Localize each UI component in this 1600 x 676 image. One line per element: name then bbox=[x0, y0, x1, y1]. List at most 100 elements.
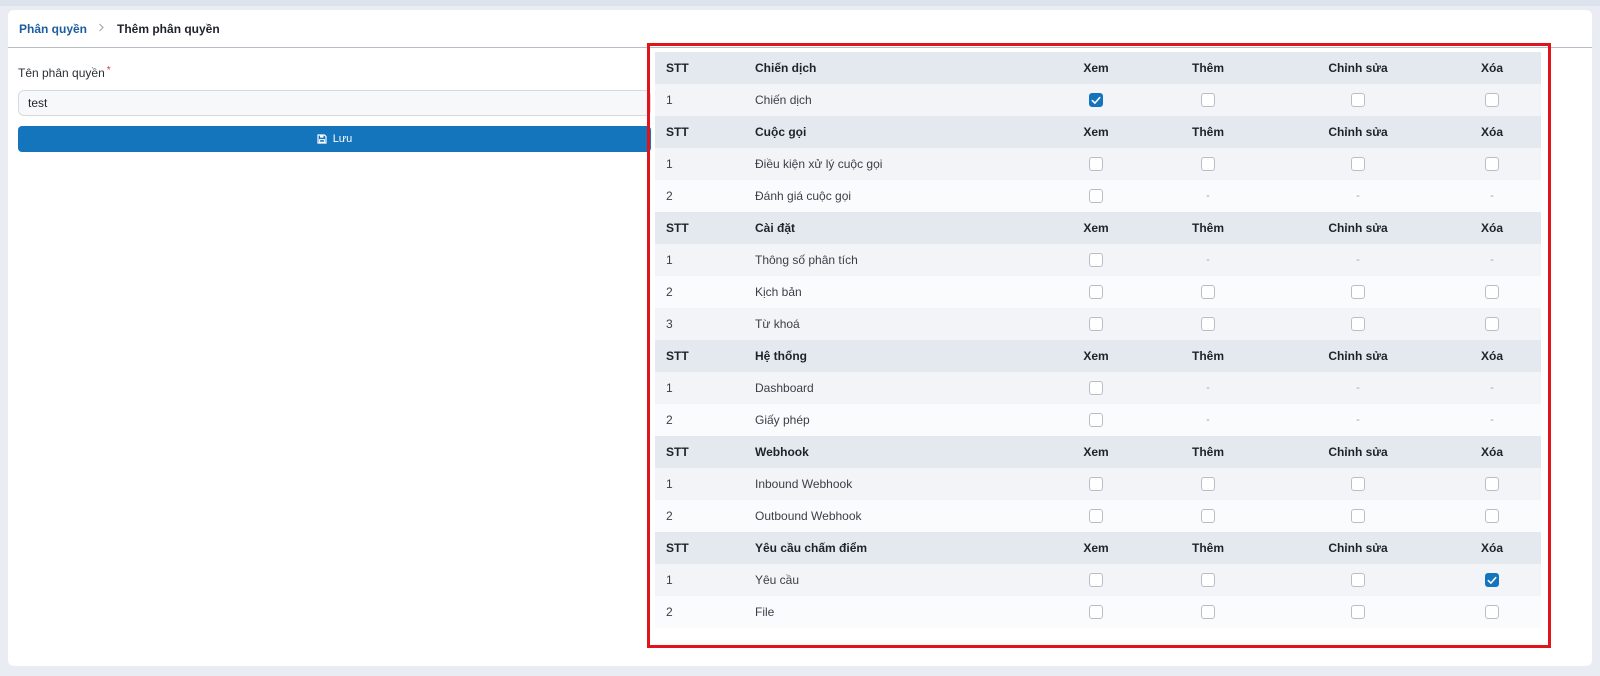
checkbox-view[interactable] bbox=[1089, 317, 1103, 331]
cell-delete bbox=[1472, 468, 1512, 500]
cell-delete: - bbox=[1472, 244, 1512, 276]
checkbox-delete[interactable] bbox=[1485, 477, 1499, 491]
permission-name-label-text: Tên phân quyền bbox=[18, 66, 105, 80]
checkbox-view[interactable] bbox=[1089, 477, 1103, 491]
table-row: 1 Chiến dịch bbox=[655, 84, 1541, 116]
group-body: 1 Yêu cầu 2 File bbox=[655, 564, 1541, 628]
checkbox-edit[interactable] bbox=[1351, 605, 1365, 619]
table-row: 1 Thông số phân tích - - - bbox=[655, 244, 1541, 276]
cell-edit: - bbox=[1313, 244, 1403, 276]
row-stt: 2 bbox=[666, 189, 673, 203]
checkbox-view[interactable] bbox=[1089, 93, 1103, 107]
checkbox-view[interactable] bbox=[1089, 573, 1103, 587]
checkbox-edit[interactable] bbox=[1351, 317, 1365, 331]
unavailable-mark: - bbox=[1206, 190, 1210, 202]
column-header-view: Xem bbox=[1083, 221, 1109, 235]
cell-view bbox=[1076, 308, 1116, 340]
permission-name-input[interactable] bbox=[18, 90, 651, 116]
checkbox-delete[interactable] bbox=[1485, 317, 1499, 331]
checkbox-delete[interactable] bbox=[1485, 157, 1499, 171]
checkmark-icon bbox=[1487, 576, 1497, 584]
checkbox-add[interactable] bbox=[1201, 477, 1215, 491]
unavailable-mark: - bbox=[1490, 414, 1494, 426]
column-header-stt: STT bbox=[666, 125, 689, 139]
column-header-add: Thêm bbox=[1191, 61, 1224, 75]
group-body: 1 Chiến dịch bbox=[655, 84, 1541, 116]
cell-delete bbox=[1472, 596, 1512, 628]
checkbox-delete[interactable] bbox=[1485, 573, 1499, 587]
group-header-row: STT Cuộc gọi Xem Thêm Chỉnh sửa Xóa bbox=[655, 116, 1541, 148]
column-header-edit: Chỉnh sửa bbox=[1328, 125, 1388, 139]
column-header-stt: STT bbox=[666, 445, 689, 459]
checkbox-view[interactable] bbox=[1089, 285, 1103, 299]
permission-table-highlight: STT Chiến dịch Xem Thêm Chỉnh sửa Xóa 1 Chiến d… bbox=[647, 43, 1551, 648]
cell-view bbox=[1076, 244, 1116, 276]
row-name: Chiến dịch bbox=[755, 93, 812, 107]
cell-delete: - bbox=[1472, 180, 1512, 212]
row-stt: 2 bbox=[666, 605, 673, 619]
row-stt: 1 bbox=[666, 477, 673, 491]
group-body: 1 Thông số phân tích - - - 2 Kịch bản 3 Từ khoá bbox=[655, 244, 1541, 340]
checkbox-delete[interactable] bbox=[1485, 605, 1499, 619]
checkbox-view[interactable] bbox=[1089, 157, 1103, 171]
checkbox-add[interactable] bbox=[1201, 93, 1215, 107]
column-header-view: Xem bbox=[1083, 125, 1109, 139]
checkbox-edit[interactable] bbox=[1351, 285, 1365, 299]
save-button[interactable]: Lưu bbox=[18, 126, 651, 152]
cell-add: - bbox=[1188, 372, 1228, 404]
column-header-view: Xem bbox=[1083, 445, 1109, 459]
column-header-stt: STT bbox=[666, 541, 689, 555]
breadcrumb-link-permissions[interactable]: Phân quyền bbox=[19, 22, 87, 36]
checkbox-add[interactable] bbox=[1201, 573, 1215, 587]
group-header-row: STT Cài đặt Xem Thêm Chỉnh sửa Xóa bbox=[655, 212, 1541, 244]
cell-view bbox=[1076, 148, 1116, 180]
column-header-stt: STT bbox=[666, 221, 689, 235]
checkbox-view[interactable] bbox=[1089, 509, 1103, 523]
unavailable-mark: - bbox=[1490, 190, 1494, 202]
checkbox-delete[interactable] bbox=[1485, 93, 1499, 107]
row-name: Kịch bản bbox=[755, 285, 802, 299]
cell-edit: - bbox=[1313, 404, 1403, 436]
group-header-row: STT Webhook Xem Thêm Chỉnh sửa Xóa bbox=[655, 436, 1541, 468]
row-stt: 1 bbox=[666, 573, 673, 587]
table-row: 2 File bbox=[655, 596, 1541, 628]
row-name: Từ khoá bbox=[755, 317, 800, 331]
checkbox-view[interactable] bbox=[1089, 381, 1103, 395]
cell-add: - bbox=[1188, 180, 1228, 212]
group-title: Hệ thống bbox=[755, 349, 807, 363]
table-row: 1 Điều kiện xử lý cuộc gọi bbox=[655, 148, 1541, 180]
cell-view bbox=[1076, 180, 1116, 212]
checkbox-view[interactable] bbox=[1089, 253, 1103, 267]
checkbox-edit[interactable] bbox=[1351, 157, 1365, 171]
checkbox-view[interactable] bbox=[1089, 605, 1103, 619]
checkbox-delete[interactable] bbox=[1485, 285, 1499, 299]
cell-delete bbox=[1472, 276, 1512, 308]
checkbox-view[interactable] bbox=[1089, 413, 1103, 427]
column-header-view: Xem bbox=[1083, 61, 1109, 75]
unavailable-mark: - bbox=[1356, 414, 1360, 426]
row-name: Outbound Webhook bbox=[755, 509, 862, 523]
checkbox-view[interactable] bbox=[1089, 189, 1103, 203]
group-title: Cuộc gọi bbox=[755, 125, 807, 139]
checkbox-add[interactable] bbox=[1201, 157, 1215, 171]
checkbox-edit[interactable] bbox=[1351, 477, 1365, 491]
row-name: Đánh giá cuộc gọi bbox=[755, 189, 852, 203]
column-header-edit: Chỉnh sửa bbox=[1328, 445, 1388, 459]
row-name: Điều kiện xử lý cuộc gọi bbox=[755, 157, 883, 171]
checkbox-delete[interactable] bbox=[1485, 509, 1499, 523]
cell-delete bbox=[1472, 500, 1512, 532]
checkbox-add[interactable] bbox=[1201, 317, 1215, 331]
table-row: 2 Đánh giá cuộc gọi - - - bbox=[655, 180, 1541, 212]
unavailable-mark: - bbox=[1490, 254, 1494, 266]
cell-edit bbox=[1313, 564, 1403, 596]
cell-delete: - bbox=[1472, 372, 1512, 404]
cell-add bbox=[1188, 308, 1228, 340]
checkbox-add[interactable] bbox=[1201, 605, 1215, 619]
checkbox-add[interactable] bbox=[1201, 509, 1215, 523]
unavailable-mark: - bbox=[1490, 382, 1494, 394]
checkbox-edit[interactable] bbox=[1351, 93, 1365, 107]
checkbox-edit[interactable] bbox=[1351, 509, 1365, 523]
checkbox-edit[interactable] bbox=[1351, 573, 1365, 587]
checkbox-add[interactable] bbox=[1201, 285, 1215, 299]
breadcrumb-current: Thêm phân quyền bbox=[117, 21, 220, 36]
